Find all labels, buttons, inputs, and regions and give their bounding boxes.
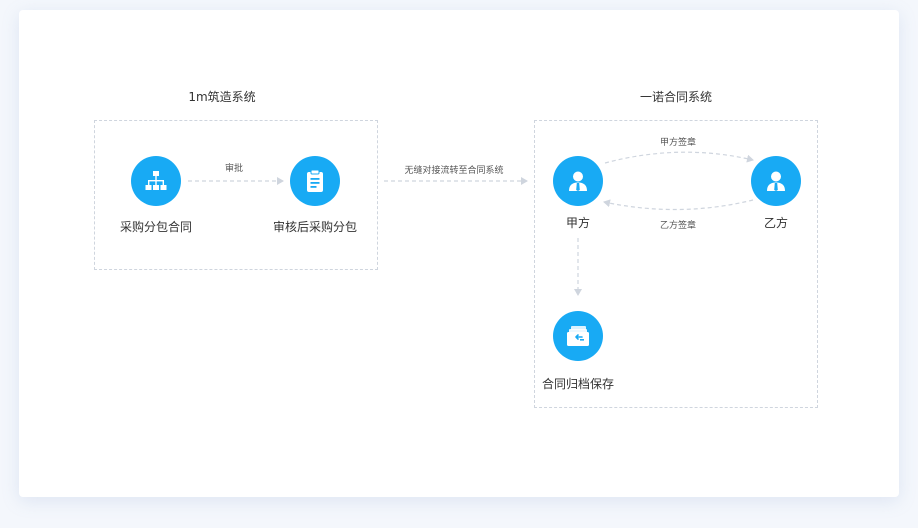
edge-label-a-sign: 甲方签章 [659, 138, 697, 148]
edge-label-transfer: 无缝对接流转至合同系统 [404, 166, 504, 176]
org-chart-icon [145, 170, 167, 192]
node-approved-package [290, 156, 340, 206]
user-icon [567, 170, 589, 192]
node-archive [553, 311, 603, 361]
folder-archive-icon [566, 325, 590, 347]
node-party-a [553, 156, 603, 206]
edge-label-approve: 审批 [224, 164, 244, 174]
edge-b-sign [603, 199, 754, 211]
label-party-b: 乙方 [763, 216, 789, 230]
label-purchase-package: 采购分包合同 [119, 220, 193, 234]
label-party-a: 甲方 [565, 216, 591, 230]
node-party-b [751, 156, 801, 206]
edge-label-b-sign: 乙方签章 [659, 221, 697, 231]
node-purchase-package [131, 156, 181, 206]
edge-a-sign [604, 151, 754, 164]
label-archive: 合同归档保存 [541, 377, 615, 391]
label-approved-package: 审核后采购分包 [272, 220, 358, 234]
edges [188, 151, 754, 296]
user-icon [765, 170, 787, 192]
clipboard-icon [305, 169, 325, 193]
